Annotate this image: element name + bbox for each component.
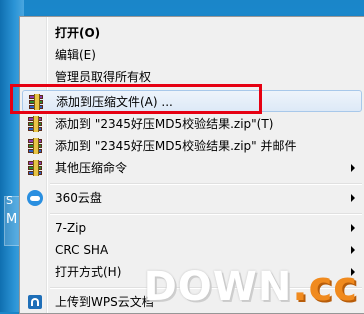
submenu-arrow-icon (351, 246, 355, 254)
menu-item-label: 360云盘 (55, 191, 102, 205)
desktop-icon-label-top: S (6, 194, 13, 207)
menu-item-label: 添加到 "2345好压MD5校验结果.zip"(T) (55, 117, 274, 131)
menu-item-label: 编辑(E) (55, 48, 96, 62)
menu-item-label: 添加到 "2345好压MD5校验结果.zip" 并邮件 (55, 139, 297, 153)
watermark-suffix: .cc (292, 264, 358, 310)
menu-item-edit[interactable]: 编辑(E) (22, 44, 362, 66)
menu-separator (50, 213, 362, 215)
wps-cloud-icon (27, 294, 43, 310)
winrar-icon (27, 116, 43, 132)
menu-item-label: 其他压缩命令 (55, 161, 128, 175)
highlight-annotation-box (10, 84, 262, 114)
menu-item-add-to-zip[interactable]: 添加到 "2345好压MD5校验结果.zip"(T) (22, 113, 362, 135)
menu-item-add-to-zip-and-email[interactable]: 添加到 "2345好压MD5校验结果.zip" 并邮件 (22, 135, 362, 157)
menu-item-other-compress-commands[interactable]: 其他压缩命令 (22, 157, 362, 179)
menu-item-label: 7-Zip (55, 221, 87, 235)
submenu-arrow-icon (351, 224, 355, 232)
desktop-icon-label-bottom: M (6, 212, 18, 227)
submenu-arrow-icon (351, 194, 355, 202)
menu-item-crc-sha[interactable]: CRC SHA (22, 239, 362, 261)
watermark-logo: DOWN.cc (143, 264, 358, 310)
menu-item-open[interactable]: 打开(O) (22, 22, 362, 44)
submenu-arrow-icon (351, 164, 355, 172)
360-cloud-icon (27, 190, 43, 206)
menu-separator (50, 183, 362, 185)
menu-item-label: CRC SHA (55, 243, 109, 257)
winrar-icon (27, 160, 43, 176)
winrar-icon (27, 138, 43, 154)
menu-item-label: 打开(O) (55, 26, 101, 40)
menu-item-label: 打开方式(H) (55, 265, 122, 279)
menu-item-360-cloud[interactable]: 360云盘 (22, 187, 362, 209)
watermark-main: DOWN (143, 264, 293, 310)
menu-item-label: 上传到WPS云文档 (55, 295, 154, 309)
menu-item-label: 管理员取得所有权 (55, 70, 152, 84)
menu-item-7zip[interactable]: 7-Zip (22, 217, 362, 239)
